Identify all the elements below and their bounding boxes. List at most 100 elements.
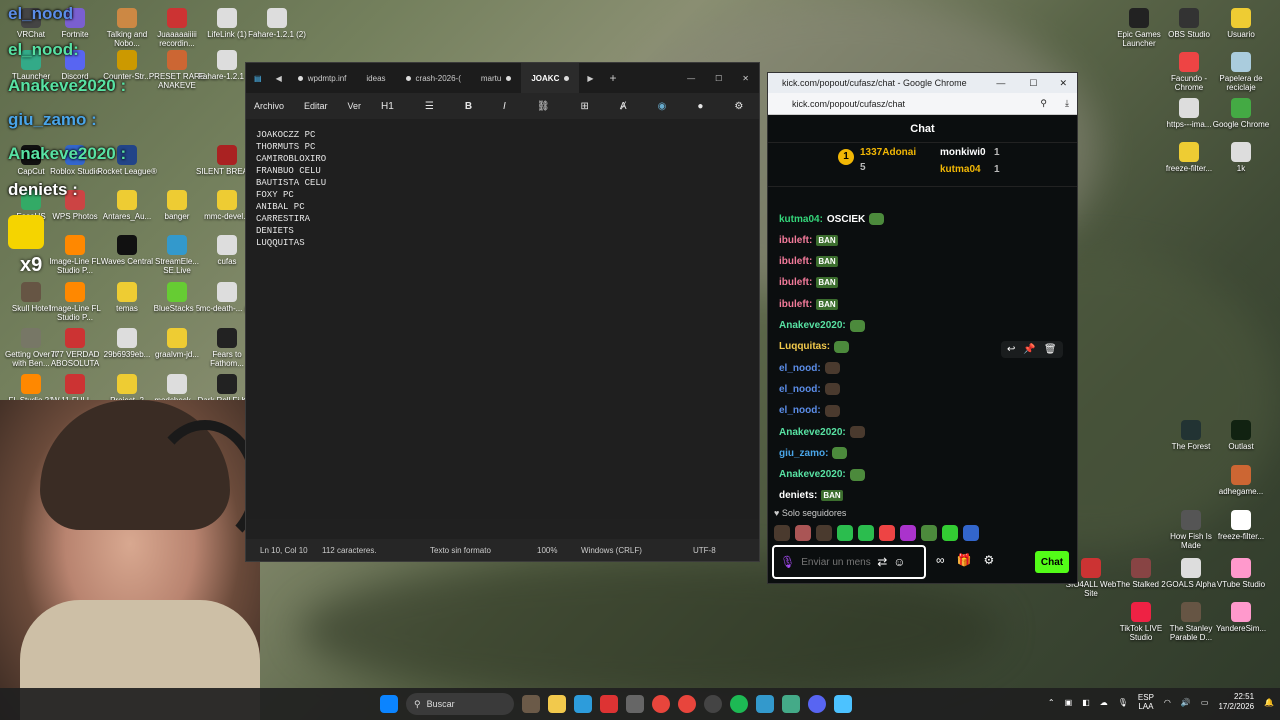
chat-message[interactable]: ibuleft: BAN [779, 296, 838, 312]
edge-icon[interactable] [574, 695, 592, 713]
chat-message[interactable]: ibuleft: BAN [779, 275, 838, 291]
menu-archivo[interactable]: Archivo [254, 101, 284, 111]
microphone-icon[interactable]: 🎙 [780, 555, 795, 569]
desktop-icon[interactable]: adhegame... [1210, 465, 1272, 496]
reply-icon[interactable]: ↩ [1007, 344, 1015, 355]
tab-joakc[interactable]: JOAKC [521, 63, 580, 93]
maximize-icon[interactable]: ☐ [1017, 78, 1049, 89]
wifi-icon[interactable]: ◠ [1164, 698, 1171, 707]
chat-username[interactable]: Luqquitas: [779, 341, 830, 352]
translate-icon[interactable]: ⇄ [877, 555, 887, 569]
emote-icon[interactable] [795, 525, 811, 541]
chat-message[interactable]: kutma04: OSCIEK [779, 211, 885, 227]
microphone-icon[interactable]: 🎙 [1118, 698, 1128, 707]
emote-icon[interactable] [858, 525, 874, 541]
language-indicator[interactable]: ESP LAA [1138, 693, 1154, 711]
tab-martu[interactable]: martu [471, 63, 521, 93]
desktop-icon[interactable]: VTube Studio [1210, 558, 1272, 589]
desktop-icon[interactable]: YandereSim... [1210, 602, 1272, 633]
store-icon[interactable] [626, 695, 644, 713]
close-icon[interactable]: ✕ [1049, 78, 1077, 89]
desktop-icon[interactable]: Papelera de reciclaje [1210, 52, 1272, 92]
taskbar-search[interactable]: ⚲ Buscar [406, 693, 514, 715]
list-icon[interactable]: ☰ [425, 101, 434, 112]
clock[interactable]: 22:51 17/2/2026 [1218, 692, 1254, 712]
delete-icon[interactable]: 🗑 [1044, 344, 1057, 355]
desktop-icon[interactable]: Usuario [1210, 8, 1272, 39]
chat-message[interactable]: deniets: BAN [779, 488, 843, 504]
fl-studio-icon[interactable] [756, 695, 774, 713]
status-zoom[interactable]: 100% [537, 546, 581, 555]
leaderboard-user[interactable]: kutma04 [940, 164, 981, 175]
volume-icon[interactable]: 🔊 [1181, 698, 1191, 707]
desktop-icon[interactable]: 1k [1210, 142, 1272, 173]
desktop-icon[interactable]: Fahare-1.2.1 (2) [246, 8, 308, 39]
emote-icon[interactable] [900, 525, 916, 541]
emote-icon[interactable] [816, 525, 832, 541]
chat-username[interactable]: ibuleft: [779, 256, 812, 267]
tray-app-icon[interactable]: ▣ [1065, 698, 1073, 707]
chat-username[interactable]: Anakeve2020: [779, 320, 846, 331]
notepad-icon[interactable] [834, 695, 852, 713]
tray-chevron-icon[interactable]: ⌃ [1048, 698, 1055, 707]
tab-scroll-left-icon[interactable]: ◀ [270, 74, 288, 83]
minimize-icon[interactable]: — [677, 74, 705, 83]
gift-icon[interactable]: 🎁 [957, 553, 972, 567]
settings-gear-icon[interactable]: ⚙ [734, 101, 743, 112]
chat-message[interactable]: Anakeve2020: [779, 467, 865, 483]
copilot-icon[interactable]: ◉ [658, 101, 667, 112]
heading-select[interactable]: H1 [381, 101, 394, 112]
chat-message[interactable]: el_nood: [779, 381, 840, 397]
spotify-icon[interactable] [730, 695, 748, 713]
new-tab-icon[interactable]: + [602, 71, 625, 85]
chat-message-input[interactable] [801, 556, 872, 568]
menu-ver[interactable]: Ver [348, 101, 362, 111]
leaderboard-user[interactable]: 1337Adonai [860, 147, 916, 158]
chat-message[interactable]: giu_zamo: [779, 445, 848, 461]
chat-message[interactable]: Anakeve2020: [779, 318, 865, 334]
chrome-icon[interactable] [652, 695, 670, 713]
chat-username[interactable]: Anakeve2020: [779, 427, 846, 438]
chat-username[interactable]: Anakeve2020: [779, 469, 846, 480]
photos-icon[interactable] [782, 695, 800, 713]
tray-app-icon[interactable]: ☁ [1100, 698, 1108, 707]
menu-editar[interactable]: Editar [304, 101, 328, 111]
zoom-icon[interactable]: ⚲ [1040, 98, 1065, 109]
chat-username[interactable]: ibuleft: [779, 277, 812, 288]
chat-username[interactable]: el_nood: [779, 405, 821, 416]
leaderboard-user[interactable]: monkiwi0 [940, 147, 986, 158]
chat-settings-icon[interactable]: ⚙ [984, 553, 995, 567]
chat-username[interactable]: el_nood: [779, 363, 821, 374]
clear-format-icon[interactable]: Ⱥ [620, 101, 627, 112]
desktop-icon[interactable]: freeze-filter... [1210, 510, 1272, 541]
chat-username[interactable]: deniets: [779, 490, 817, 501]
chat-username[interactable]: giu_zamo: [779, 448, 828, 459]
emote-icon[interactable] [942, 525, 958, 541]
tray-app-icon[interactable]: ◧ [1082, 698, 1090, 707]
emote-icon[interactable] [837, 525, 853, 541]
discord-icon[interactable] [808, 695, 826, 713]
chat-message[interactable]: ibuleft: BAN [779, 232, 838, 248]
emote-icon[interactable] [774, 525, 790, 541]
emote-icon[interactable] [963, 525, 979, 541]
notifications-icon[interactable]: 🔔 [1264, 698, 1274, 707]
table-icon[interactable]: ⊞ [581, 101, 589, 112]
download-icon[interactable]: ⤓ [1065, 98, 1077, 109]
tab-crash[interactable]: crash-2026-( [396, 63, 471, 93]
chat-username[interactable]: kutma04: [779, 214, 823, 225]
tab-ideas[interactable]: ideas [356, 63, 395, 93]
chrome-urlbar[interactable]: kick.com/popout/cufasz/chat ⚲ ⤓ [768, 93, 1077, 115]
chat-username[interactable]: ibuleft: [779, 299, 812, 310]
task-view-icon[interactable] [522, 695, 540, 713]
emote-icon[interactable] [921, 525, 937, 541]
chat-send-button[interactable]: Chat [1035, 551, 1069, 573]
maximize-icon[interactable]: ☐ [705, 74, 732, 83]
chrome-icon[interactable] [678, 695, 696, 713]
desktop-icon[interactable]: Google Chrome [1210, 98, 1272, 129]
windows-start-icon[interactable] [380, 695, 398, 713]
points-icon[interactable]: ∞ [936, 553, 945, 567]
account-icon[interactable]: ● [697, 101, 703, 112]
chat-username[interactable]: ibuleft: [779, 235, 812, 246]
close-icon[interactable]: ✕ [732, 74, 759, 83]
desktop-icon[interactable]: Outlast [1210, 420, 1272, 451]
